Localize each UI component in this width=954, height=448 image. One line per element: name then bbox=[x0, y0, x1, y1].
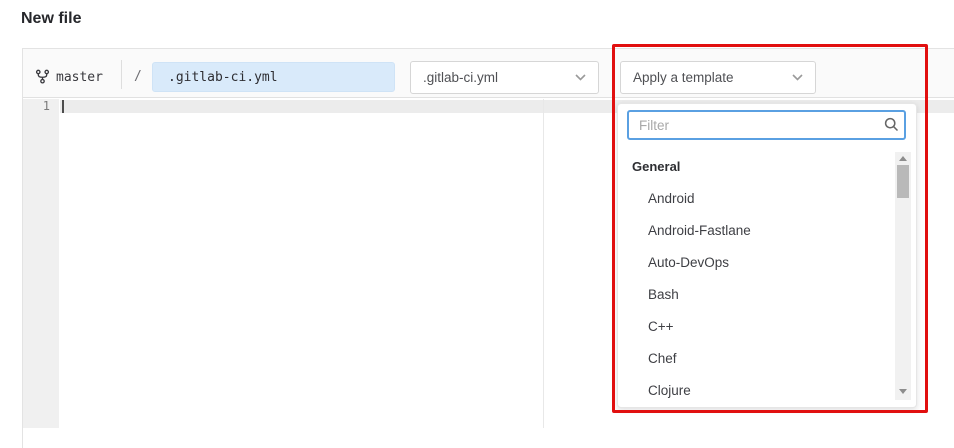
template-group-header: General bbox=[632, 159, 680, 174]
git-branch-icon bbox=[35, 69, 50, 84]
toolbar-divider bbox=[121, 60, 122, 89]
search-icon bbox=[884, 117, 899, 132]
scrollbar-down-arrow-icon[interactable] bbox=[899, 389, 907, 394]
editor-gutter bbox=[23, 99, 59, 428]
template-option-android[interactable]: Android bbox=[648, 191, 878, 213]
template-filter-input[interactable] bbox=[627, 110, 906, 140]
file-type-select-value: .gitlab-ci.yml bbox=[423, 70, 498, 85]
scrollbar-thumb[interactable] bbox=[897, 165, 909, 198]
template-option-android-fastlane[interactable]: Android-Fastlane bbox=[648, 223, 878, 245]
page-title: New file bbox=[21, 10, 81, 28]
path-separator: / bbox=[134, 69, 142, 84]
line-number: 1 bbox=[23, 100, 50, 113]
template-option-clojure[interactable]: Clojure bbox=[648, 383, 878, 405]
scrollbar-up-arrow-icon[interactable] bbox=[899, 156, 907, 161]
chevron-down-icon bbox=[575, 74, 586, 81]
chevron-down-icon bbox=[792, 74, 803, 81]
template-option-chef[interactable]: Chef bbox=[648, 351, 878, 373]
template-option-auto-devops[interactable]: Auto-DevOps bbox=[648, 255, 878, 277]
template-select[interactable]: Apply a template bbox=[620, 61, 816, 94]
template-option-bash[interactable]: Bash bbox=[648, 287, 878, 309]
filename-input[interactable] bbox=[152, 62, 395, 92]
file-type-select[interactable]: .gitlab-ci.yml bbox=[410, 61, 599, 94]
branch-name: master bbox=[56, 70, 103, 85]
template-option-cpp[interactable]: C++ bbox=[648, 319, 878, 341]
template-select-value: Apply a template bbox=[633, 70, 734, 85]
